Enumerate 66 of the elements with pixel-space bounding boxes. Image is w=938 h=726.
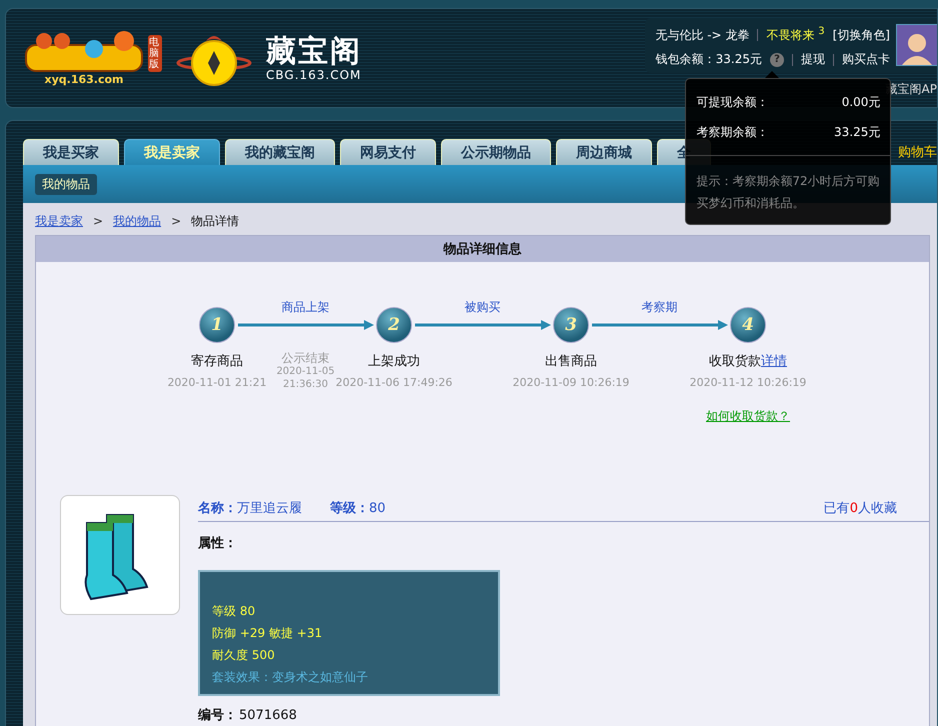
nav-tab[interactable]: 周边商城	[556, 139, 652, 165]
favorite-count: 已有0人收藏	[824, 500, 897, 517]
wallet-balance: 钱包余额：33.25元	[656, 51, 762, 68]
step-time: 2020-11-12 10:26:19	[690, 376, 806, 389]
attribute-line: 套装效果：变身术之如意仙子	[212, 669, 369, 686]
details-link[interactable]: 详情	[761, 354, 787, 369]
id-label: 编号：	[198, 706, 237, 724]
arrow-label: 考察期	[642, 299, 678, 316]
breadcrumb-separator: >	[93, 214, 104, 228]
step-note: 公示结束	[282, 352, 330, 365]
balance-label: 考察期余额：	[696, 124, 768, 140]
balance-value: 0.00元	[842, 94, 880, 110]
nav-tab[interactable]: 网易支付	[340, 139, 436, 165]
step-time: 2020-11-06 17:49:26	[336, 376, 452, 389]
arrow-icon	[592, 320, 728, 330]
avatar-silhouette-icon	[902, 31, 932, 65]
edition-badge: 电脑版	[148, 34, 162, 72]
brand-name: 藏宝阁	[266, 34, 362, 68]
wallet-link[interactable]: 购买点卡	[842, 51, 890, 68]
help-icon[interactable]: ?	[770, 52, 784, 66]
step-number-icon: 3	[553, 307, 589, 343]
avatar[interactable]	[896, 24, 937, 66]
level-label: 等级：	[330, 500, 369, 517]
item-level: 80	[369, 500, 386, 516]
step-title: 上架成功	[368, 353, 420, 370]
arrow-label: 被购买	[464, 299, 500, 316]
item-name: 万里追云履	[237, 500, 302, 517]
game-logo-icon	[24, 30, 144, 72]
name-label: 名称：	[198, 500, 237, 517]
nav-tab[interactable]: 我的藏宝阁	[225, 139, 335, 165]
attribute-line: 等级 80	[212, 603, 256, 620]
arrow-icon	[238, 320, 374, 330]
sub-nav-item[interactable]: 我的物品	[35, 174, 97, 195]
step-title: 寄存商品	[191, 353, 243, 370]
balance-value: 33.25元	[834, 124, 880, 140]
account-name: 无与伦比 -> 龙拳	[655, 26, 750, 44]
step-time: 2020-11-09 10:26:19	[512, 376, 630, 389]
step-title: 收取货款详情	[709, 353, 787, 370]
role-name: 不畏将来 $^{3}$	[766, 26, 825, 44]
nav-tab[interactable]: 公示期物品	[441, 139, 551, 165]
logo-domain: xyq.163.com	[44, 72, 124, 86]
arrow-label: 商品上架	[282, 299, 330, 316]
step-number-icon: 4	[730, 307, 766, 343]
arrow-icon	[414, 320, 550, 330]
step-note: 2020-11-05	[276, 365, 335, 378]
balance-label: 可提现余额：	[696, 94, 768, 110]
breadcrumb-separator: >	[171, 214, 182, 228]
attribute-line: 防御 +29 敏捷 +31	[212, 625, 324, 642]
switch-role-link[interactable]: [切换角色]	[832, 26, 890, 44]
brand-domain: CBG.163.COM	[266, 68, 362, 82]
step-number-icon: 2	[376, 307, 412, 343]
step-number-icon: 1	[199, 307, 235, 343]
panel-title: 物品详细信息	[36, 236, 929, 262]
breadcrumb-link[interactable]: 我的物品	[113, 212, 162, 230]
attribute-line: 耐久度 500	[212, 647, 276, 664]
nav-tab[interactable]: 我是买家	[23, 139, 119, 165]
step-time: 2020-11-01 21:21	[167, 376, 267, 389]
wallet-link[interactable]: 提现	[801, 51, 825, 68]
cart-link[interactable]: 购物车	[898, 143, 937, 161]
item-id: 5071668	[239, 708, 297, 722]
step-note: 21:36:30	[283, 378, 328, 391]
current-page-label: 物品详情	[191, 212, 240, 230]
breadcrumb-link[interactable]: 我是卖家	[35, 212, 83, 230]
step-title: 出售商品	[545, 353, 597, 370]
attributes-label: 属性：	[198, 535, 237, 552]
tooltip-hint: 提示：考察期余额72小时后方可购买梦幻币和消耗品。	[686, 155, 890, 224]
